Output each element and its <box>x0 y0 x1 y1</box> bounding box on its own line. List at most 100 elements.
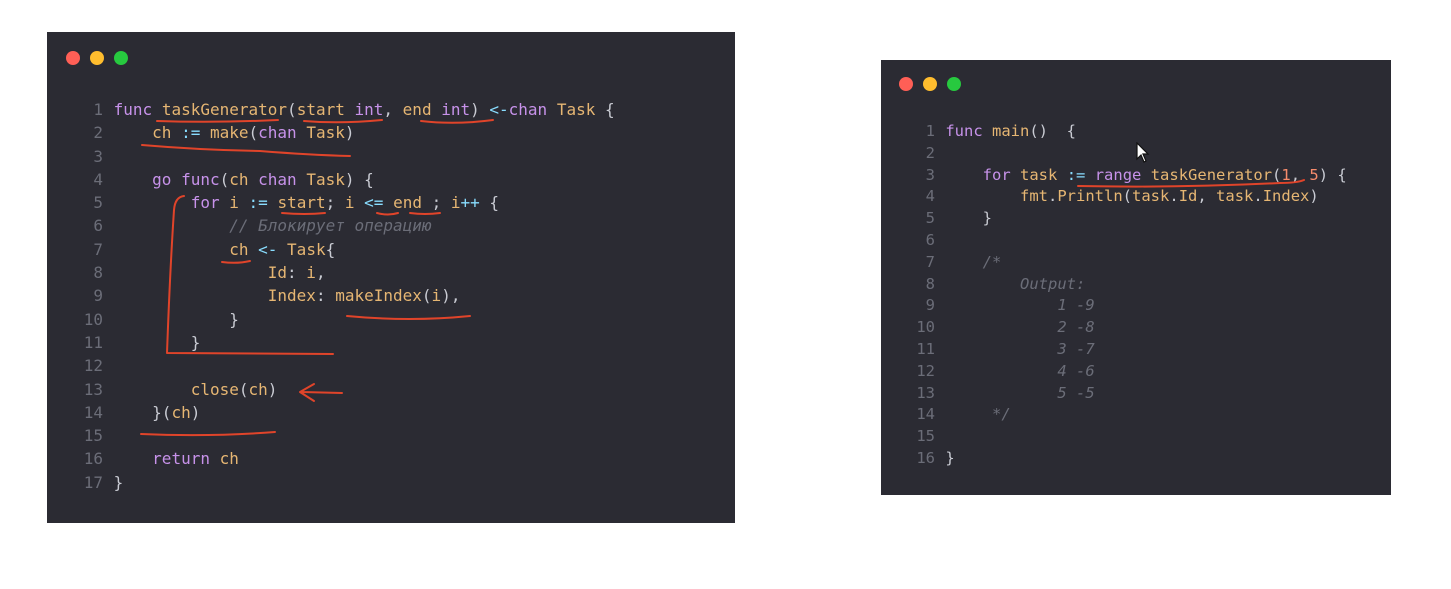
code-line: 13 5 -5 <box>909 383 1347 405</box>
minimize-dot-icon <box>90 51 104 65</box>
line-number: 5 <box>93 193 103 213</box>
line-number: 12 <box>916 361 935 380</box>
line-number: 1 <box>925 122 935 140</box>
line-number: 10 <box>916 318 935 337</box>
code-line: 5 } <box>909 208 1347 230</box>
code-text: close(ch) <box>190 379 278 399</box>
code-line: 10 } <box>77 308 615 331</box>
maximize-dot-icon <box>114 51 128 65</box>
line-number: 7 <box>925 252 935 271</box>
maximize-dot-icon <box>947 77 961 91</box>
code-line: 8 Output: <box>909 274 1347 296</box>
code-line: 4 fmt.Println(task.Id, task.Index) <box>909 186 1347 208</box>
code-text: } <box>936 448 955 467</box>
code-text: // Блокирует операцию <box>229 216 432 236</box>
code-line: 2 ch := make(chan Task) <box>77 121 615 144</box>
mouse-cursor-icon <box>1136 142 1150 163</box>
code-line: 10 2 -8 <box>909 317 1347 339</box>
code-line: 3 <box>77 145 615 168</box>
line-number: 15 <box>83 426 103 446</box>
line-number: 13 <box>83 379 103 399</box>
line-number: 3 <box>925 165 935 184</box>
code-line: 14 */ <box>909 404 1347 426</box>
code-block-main: 1 func main() { 2 3 for task := range tas… <box>909 121 1347 470</box>
code-window-right: 1 func main() { 2 3 for task := range tas… <box>881 60 1391 495</box>
code-text: ch <- Task{ <box>229 239 336 259</box>
code-line: 17 } <box>77 471 615 494</box>
line-number: 8 <box>93 263 103 283</box>
code-line: 5 for i := start; i <= end ; i++ { <box>77 191 615 214</box>
code-line: 7 ch <- Task{ <box>77 238 615 261</box>
code-block-task-generator: 1 func taskGenerator(start int, end int)… <box>77 98 615 494</box>
code-line: 3 for task := range taskGenerator(1, 5) … <box>909 165 1347 187</box>
code-line: 12 4 -6 <box>909 361 1347 383</box>
line-number: 6 <box>925 230 935 249</box>
line-number: 4 <box>93 169 103 189</box>
code-text: func main() { <box>945 122 1077 140</box>
code-text: */ <box>992 405 1011 424</box>
code-line: 11 } <box>77 331 615 354</box>
code-line: 7 /* <box>909 252 1347 274</box>
code-line: 15 <box>77 424 615 447</box>
line-number: 9 <box>925 296 935 315</box>
code-line: 6 <box>909 230 1347 252</box>
code-text: fmt.Println(task.Id, task.Index) <box>1020 187 1319 206</box>
code-window-left: 1 func taskGenerator(start int, end int)… <box>47 32 735 523</box>
code-text: } <box>104 332 201 352</box>
code-text: 4 -6 <box>1057 361 1095 380</box>
code-text: func taskGenerator(start int, end int) <… <box>113 100 615 119</box>
line-number: 6 <box>93 216 103 236</box>
code-text: ch := make(chan Task) <box>152 123 355 143</box>
line-number: 9 <box>93 286 103 306</box>
code-line: 2 <box>909 143 1347 165</box>
code-line: 15 <box>909 426 1347 448</box>
code-text: 1 -9 <box>1057 296 1095 315</box>
line-number: 14 <box>83 402 103 422</box>
code-text: 2 -8 <box>1057 318 1095 337</box>
code-line: 11 3 -7 <box>909 339 1347 361</box>
code-line: 12 <box>77 354 615 377</box>
close-dot-icon <box>66 51 80 65</box>
code-line: 16 return ch <box>77 447 615 470</box>
line-number: 14 <box>916 405 935 424</box>
line-number: 8 <box>925 274 935 293</box>
code-line: 1 func taskGenerator(start int, end int)… <box>77 98 615 121</box>
close-dot-icon <box>899 77 913 91</box>
line-number: 2 <box>93 123 103 143</box>
line-number: 17 <box>83 472 103 492</box>
code-text: for i := start; i <= end ; i++ { <box>190 193 500 213</box>
line-number: 15 <box>916 427 935 446</box>
window-controls <box>899 77 961 91</box>
code-text: }(ch) <box>104 402 201 422</box>
code-line: 9 Index: makeIndex(i), <box>77 284 615 307</box>
code-line: 14 }(ch) <box>77 401 615 424</box>
code-text: go func(ch chan Task) { <box>152 169 374 189</box>
line-number: 16 <box>83 449 103 469</box>
code-line: 13 close(ch) <box>77 378 615 401</box>
code-text: } <box>936 209 992 228</box>
line-number: 5 <box>925 209 935 228</box>
line-number: 3 <box>93 146 103 166</box>
line-number: 1 <box>93 100 103 119</box>
code-text: Output: <box>1020 274 1086 293</box>
line-number: 7 <box>93 239 103 259</box>
line-number: 13 <box>916 383 935 402</box>
line-number: 16 <box>916 448 935 467</box>
code-text: return ch <box>152 449 239 469</box>
line-number: 10 <box>83 309 103 329</box>
minimize-dot-icon <box>923 77 937 91</box>
code-text: Index: makeIndex(i), <box>267 286 461 306</box>
code-text: for task := range taskGenerator(1, 5) { <box>982 165 1347 184</box>
code-line: 4 go func(ch chan Task) { <box>77 168 615 191</box>
code-line: 9 1 -9 <box>909 295 1347 317</box>
code-line: 6 // Блокирует операцию <box>77 214 615 237</box>
window-controls <box>66 51 128 65</box>
code-text: 5 -5 <box>1057 383 1095 402</box>
line-number: 11 <box>916 339 935 358</box>
line-number: 4 <box>925 187 935 206</box>
